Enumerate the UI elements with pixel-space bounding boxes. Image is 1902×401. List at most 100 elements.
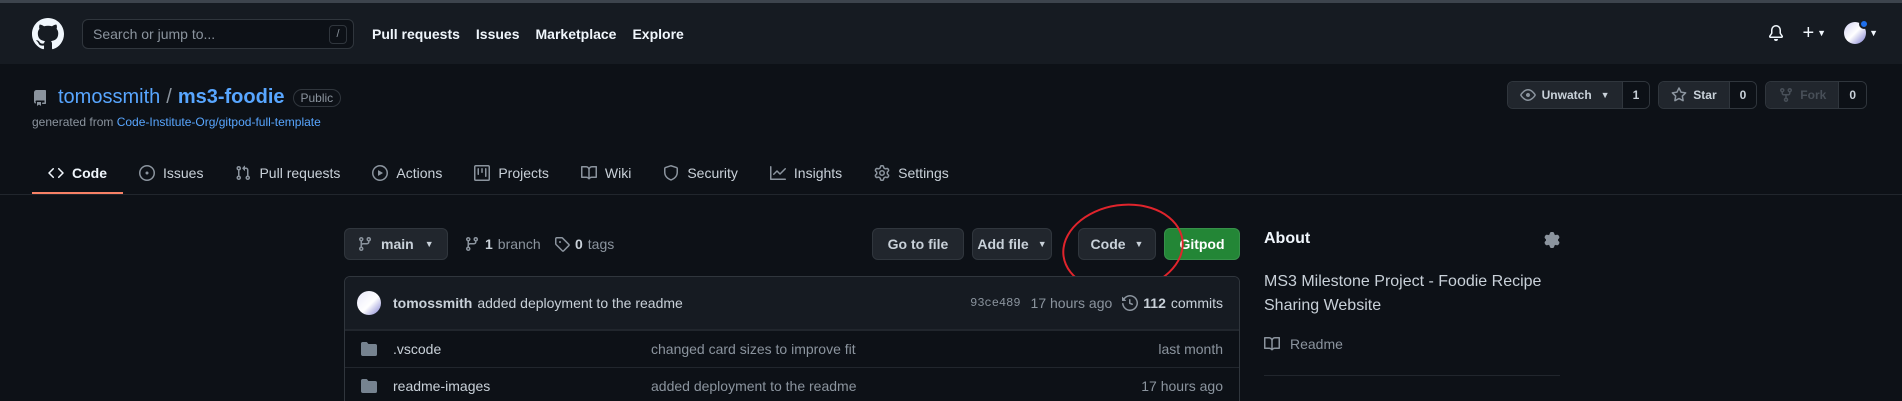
fork-count[interactable]: 0: [1838, 82, 1866, 108]
file-name[interactable]: readme-images: [393, 378, 651, 394]
star-button[interactable]: Star: [1659, 82, 1729, 108]
folder-icon: [361, 378, 377, 394]
pull-request-icon: [236, 165, 251, 181]
commit-message[interactable]: added deployment to the readme: [477, 295, 682, 311]
project-icon: [474, 165, 491, 181]
commit-count: 112: [1143, 295, 1166, 311]
unwatch-button[interactable]: Unwatch ▼: [1507, 82, 1622, 108]
user-menu-button[interactable]: ▼: [1844, 19, 1878, 44]
header-actions: + ▼ ▼: [1768, 19, 1878, 44]
go-to-file-button[interactable]: Go to file: [872, 228, 964, 260]
github-logo-icon[interactable]: [32, 17, 64, 50]
global-header: Search or jump to... / Pull requests Iss…: [0, 0, 1902, 64]
tab-settings[interactable]: Settings: [858, 152, 965, 194]
search-input[interactable]: Search or jump to... /: [82, 18, 354, 49]
gear-icon[interactable]: [1544, 232, 1560, 248]
commit-word: commits: [1170, 295, 1223, 311]
file-commit-message[interactable]: changed card sizes to improve fit: [651, 341, 856, 357]
caret-down-icon: ▼: [1869, 28, 1878, 38]
tab-settings-label: Settings: [898, 165, 949, 181]
commit-time[interactable]: 17 hours ago: [1031, 295, 1113, 311]
global-nav: Pull requests Issues Marketplace Explore: [372, 26, 700, 42]
add-file-label: Add file: [977, 236, 1029, 252]
tab-pull-requests[interactable]: Pull requests: [219, 152, 356, 194]
file-name[interactable]: .vscode: [393, 341, 651, 357]
repo-icon: [32, 89, 48, 106]
tab-security-label: Security: [687, 165, 738, 181]
tab-projects[interactable]: Projects: [458, 152, 565, 194]
shield-icon: [664, 165, 679, 181]
unwatch-label: Unwatch: [1541, 88, 1592, 102]
fork-button[interactable]: Fork: [1766, 82, 1839, 108]
star-button-group: Star 0: [1658, 81, 1758, 109]
tabs-divider: [0, 194, 1902, 195]
tab-security[interactable]: Security: [647, 152, 754, 194]
tab-projects-label: Projects: [498, 165, 549, 181]
code-dropdown-button[interactable]: Code ▼: [1078, 228, 1156, 260]
branches-link[interactable]: 1 branch: [464, 236, 541, 252]
gitpod-button[interactable]: Gitpod: [1164, 228, 1240, 260]
commit-meta: 93ce489 17 hours ago 112 commits: [970, 295, 1223, 311]
watch-count[interactable]: 1: [1621, 82, 1650, 108]
caret-down-icon: ▼: [1037, 239, 1047, 249]
caret-down-icon: ▼: [1134, 239, 1144, 249]
file-navigation: main ▼ 1 branch 0 tags Go to file Add fi…: [344, 228, 1240, 260]
latest-commit: tomossmith added deployment to the readm…: [345, 277, 1239, 330]
nav-explore[interactable]: Explore: [632, 26, 683, 42]
readme-link[interactable]: Readme: [1264, 336, 1560, 352]
search-shortcut-badge: /: [329, 24, 347, 44]
repo-path-separator: /: [166, 86, 172, 108]
caret-down-icon: ▼: [1817, 28, 1827, 38]
tag-word: tags: [587, 236, 615, 252]
repo-name-link[interactable]: ms3-foodie: [178, 86, 285, 109]
template-repo-link[interactable]: Code-Institute-Org/gitpod-full-template: [117, 115, 321, 129]
file-age: last month: [1158, 341, 1223, 357]
repo-title: tomossmith / ms3-foodie Public: [32, 86, 342, 109]
tab-actions-label: Actions: [396, 165, 443, 181]
code-icon: [48, 167, 64, 179]
history-icon: [1122, 295, 1139, 311]
tab-actions[interactable]: Actions: [356, 152, 458, 194]
nav-issues[interactable]: Issues: [476, 26, 520, 42]
tab-wiki[interactable]: Wiki: [565, 152, 647, 194]
book-icon: [580, 165, 597, 180]
star-icon: [1671, 87, 1687, 102]
file-list: tomossmith added deployment to the readm…: [344, 276, 1240, 401]
branch-name: main: [381, 236, 414, 252]
visibility-badge: Public: [292, 88, 342, 107]
nav-marketplace[interactable]: Marketplace: [536, 26, 617, 42]
add-file-button[interactable]: Add file ▼: [972, 228, 1052, 260]
branch-icon: [358, 237, 371, 252]
fork-label: Fork: [1800, 88, 1827, 102]
star-count[interactable]: 0: [1728, 82, 1757, 108]
commit-author[interactable]: tomossmith: [393, 295, 472, 311]
about-sidebar: About MS3 Milestone Project - Foodie Rec…: [1264, 228, 1560, 376]
commit-sha[interactable]: 93ce489: [970, 296, 1020, 310]
tab-insights-label: Insights: [793, 165, 843, 181]
generated-from-label: generated from: [32, 115, 117, 129]
tab-issues[interactable]: Issues: [123, 152, 219, 194]
commits-link[interactable]: 112 commits: [1122, 295, 1223, 311]
eye-icon: [1519, 89, 1536, 101]
list-item[interactable]: .vscode changed card sizes to improve fi…: [345, 330, 1239, 367]
star-label: Star: [1693, 88, 1717, 102]
search-placeholder: Search or jump to...: [93, 25, 216, 42]
create-new-button[interactable]: + ▼: [1802, 23, 1827, 43]
file-age: 17 hours ago: [1141, 378, 1223, 394]
tab-issues-label: Issues: [163, 165, 204, 181]
nav-pull-requests[interactable]: Pull requests: [372, 26, 460, 42]
branch-select-button[interactable]: main ▼: [344, 228, 448, 260]
caret-down-icon: ▼: [424, 239, 434, 249]
tab-insights[interactable]: Insights: [754, 152, 858, 194]
generated-from: generated from Code-Institute-Org/gitpod…: [32, 115, 321, 129]
fork-icon: [1780, 88, 1793, 103]
avatar[interactable]: [357, 291, 381, 315]
notification-dot: [1859, 19, 1870, 29]
file-commit-message[interactable]: added deployment to the readme: [651, 378, 856, 394]
tab-code[interactable]: Code: [32, 152, 123, 194]
notifications-bell-icon[interactable]: [1768, 25, 1784, 41]
play-icon: [372, 165, 389, 181]
tags-link[interactable]: 0 tags: [554, 236, 614, 252]
repo-owner-link[interactable]: tomossmith: [58, 86, 160, 109]
list-item[interactable]: readme-images added deployment to the re…: [345, 367, 1239, 401]
